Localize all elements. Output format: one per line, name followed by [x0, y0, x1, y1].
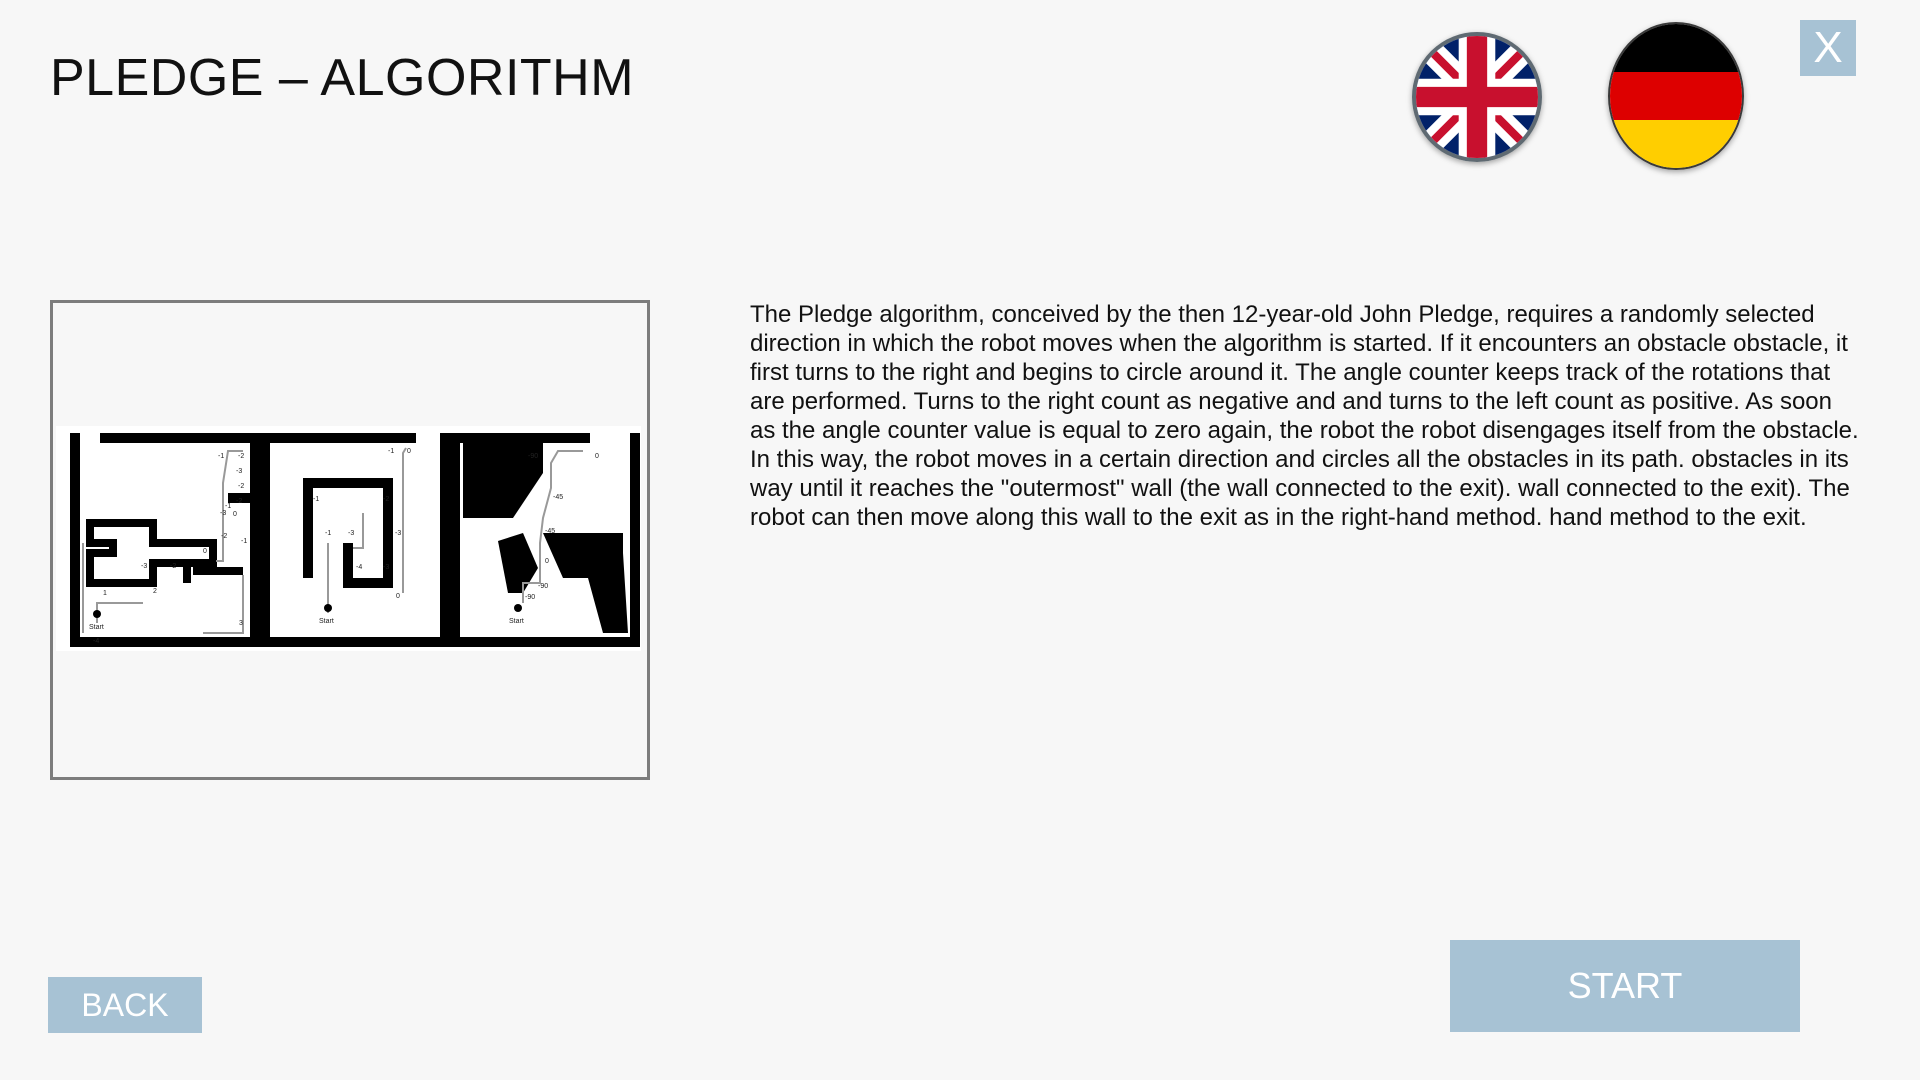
- start-label-2: Start: [319, 618, 334, 625]
- angle-counter-label: -1: [313, 496, 319, 503]
- angle-counter-label: -2: [236, 498, 242, 505]
- flag-de-icon[interactable]: [1608, 22, 1744, 170]
- angle-counter-label: -4: [356, 564, 362, 571]
- angle-counter-label: 2: [153, 588, 157, 595]
- angle-counter-label: -90: [538, 583, 548, 590]
- angle-counter-label: 1: [103, 590, 107, 597]
- angle-counter-label: 0: [233, 511, 237, 518]
- angle-counter-label: -90: [525, 594, 535, 601]
- flag-uk-icon[interactable]: [1412, 32, 1542, 162]
- angle-counter-label: -2: [238, 453, 244, 460]
- angle-counter-label: -1: [388, 448, 394, 455]
- start-label-1: Start: [89, 624, 104, 631]
- angle-counter-label: 0: [407, 448, 411, 455]
- pledge-maze-icon: Start Start Start -1 -2-3-2-2-1-3 0-2-10…: [56, 426, 641, 651]
- angle-counter-label: -3: [236, 468, 242, 475]
- angle-counter-label: -1: [218, 453, 224, 460]
- start-label-3: Start: [509, 618, 524, 625]
- angle-counter-label: 3: [239, 620, 243, 627]
- angle-counter-label: 0: [595, 453, 599, 460]
- maze-diagram-image: Start Start Start -1 -2-3 -2 -2 -1 -3 0 …: [50, 300, 650, 780]
- angle-counter-label: -3: [220, 510, 226, 517]
- angle-counter-label: -3: [348, 530, 354, 537]
- angle-counter-label: -2: [221, 533, 227, 540]
- start-button[interactable]: START: [1450, 940, 1800, 1032]
- angle-counter-label: 0: [203, 548, 207, 555]
- angle-counter-label: -3: [383, 564, 389, 571]
- page-title: PLEDGE – ALGORITHM: [50, 49, 635, 107]
- angle-counter-label: -3: [141, 563, 147, 570]
- angle-counter-label: 0: [396, 593, 400, 600]
- angle-counter-label: -45: [553, 494, 563, 501]
- angle-counter-label: -3: [395, 530, 401, 537]
- back-button[interactable]: BACK: [48, 977, 202, 1033]
- close-button[interactable]: X: [1800, 20, 1856, 76]
- angle-counter-label: -90: [528, 453, 538, 460]
- angle-counter-label: -2: [170, 563, 176, 570]
- angle-counter-label: -1: [241, 538, 247, 545]
- angle-counter-label: -1: [325, 530, 331, 537]
- angle-counter-label: -1: [225, 503, 231, 510]
- algorithm-description: The Pledge algorithm, conceived by the t…: [750, 301, 1859, 531]
- angle-counter-label: -4: [93, 638, 99, 645]
- angle-counter-label: -2: [238, 483, 244, 490]
- angle-counter-label: 0: [545, 558, 549, 565]
- angle-counter-label: -45: [545, 528, 555, 535]
- angle-counter-label: -2: [383, 496, 389, 503]
